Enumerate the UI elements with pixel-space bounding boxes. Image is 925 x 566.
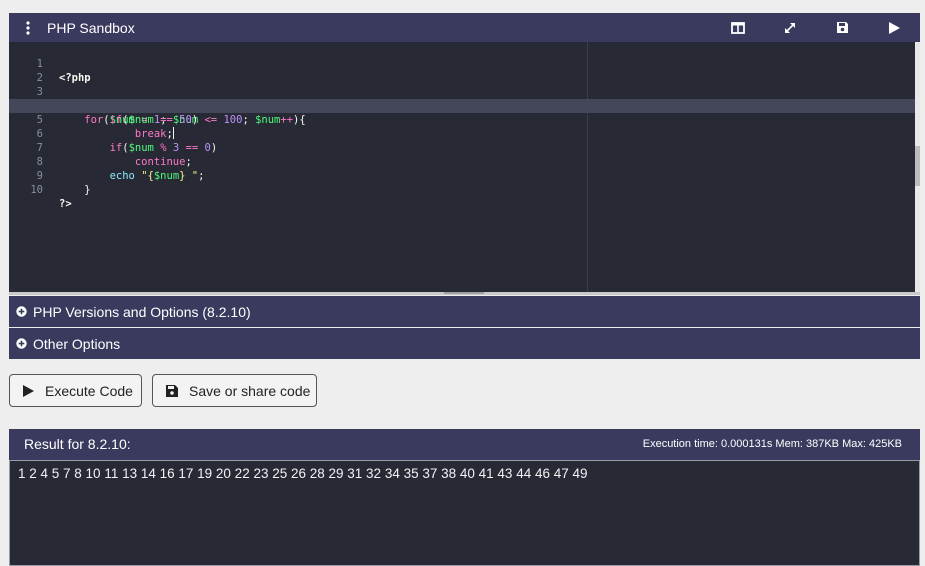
code-line[interactable]: 7 continue;	[9, 127, 915, 168]
code-line[interactable]: 8 echo "{$num} ";	[9, 141, 915, 182]
code-line[interactable]: 6 if($num % 3 == 0)	[9, 113, 915, 154]
code-text: }	[59, 184, 91, 196]
save-share-button[interactable]: Save or share code	[152, 374, 317, 407]
code-editor[interactable]: 1 <?php 2 3 ▾ for($num = 1; $num <= 100;…	[9, 42, 915, 292]
result-title: Result for 8.2.10:	[24, 436, 131, 452]
save-icon[interactable]	[816, 13, 868, 42]
plus-circle-icon	[9, 338, 33, 349]
line-number: 10	[30, 184, 43, 196]
execute-code-button[interactable]: Execute Code	[9, 374, 142, 407]
code-line[interactable]: 2	[9, 57, 915, 84]
code-line[interactable]: 10 ?>	[9, 169, 915, 210]
result-output-panel: 1 2 4 5 7 8 10 11 13 14 16 17 19 20 22 2…	[9, 460, 920, 566]
result-output: 1 2 4 5 7 8 10 11 13 14 16 17 19 20 22 2…	[18, 466, 588, 481]
split-view-icon[interactable]	[712, 13, 764, 42]
code-line[interactable]: 3 ▾ for($num = 1; $num <= 100; $num++){	[9, 71, 915, 126]
play-icon	[23, 384, 34, 397]
accordion-label: PHP Versions and Options (8.2.10)	[33, 303, 251, 320]
kebab-menu-icon[interactable]	[9, 20, 47, 35]
page-title: PHP Sandbox	[47, 19, 135, 36]
code-line[interactable]: 9 }	[9, 155, 915, 196]
editor-scrollbar[interactable]	[915, 42, 920, 292]
resize-handle[interactable]	[444, 292, 484, 294]
fullscreen-icon[interactable]	[764, 13, 816, 42]
accordion-label: Other Options	[33, 335, 121, 352]
code-line[interactable]: 4 if($num == 50)	[9, 85, 915, 126]
scrollbar-thumb[interactable]	[915, 146, 920, 186]
code-text: ?>	[59, 198, 72, 210]
result-header: Result for 8.2.10: Execution time: 0.000…	[9, 429, 920, 460]
plus-circle-icon	[9, 306, 33, 317]
save-share-label: Save or share code	[189, 382, 311, 399]
execution-stats: Execution time: 0.000131s Mem: 387KB Max…	[642, 438, 902, 450]
other-options-accordion[interactable]: Other Options	[9, 328, 920, 359]
run-icon[interactable]	[868, 13, 920, 42]
execute-code-label: Execute Code	[45, 382, 133, 399]
toolbar	[712, 13, 920, 42]
sandbox-header: PHP Sandbox	[9, 13, 920, 42]
php-versions-accordion[interactable]: PHP Versions and Options (8.2.10)	[9, 296, 920, 327]
code-line-active[interactable]: 5 break;	[9, 99, 915, 140]
floppy-icon	[166, 384, 178, 397]
code-line[interactable]: 1 <?php	[9, 43, 915, 84]
